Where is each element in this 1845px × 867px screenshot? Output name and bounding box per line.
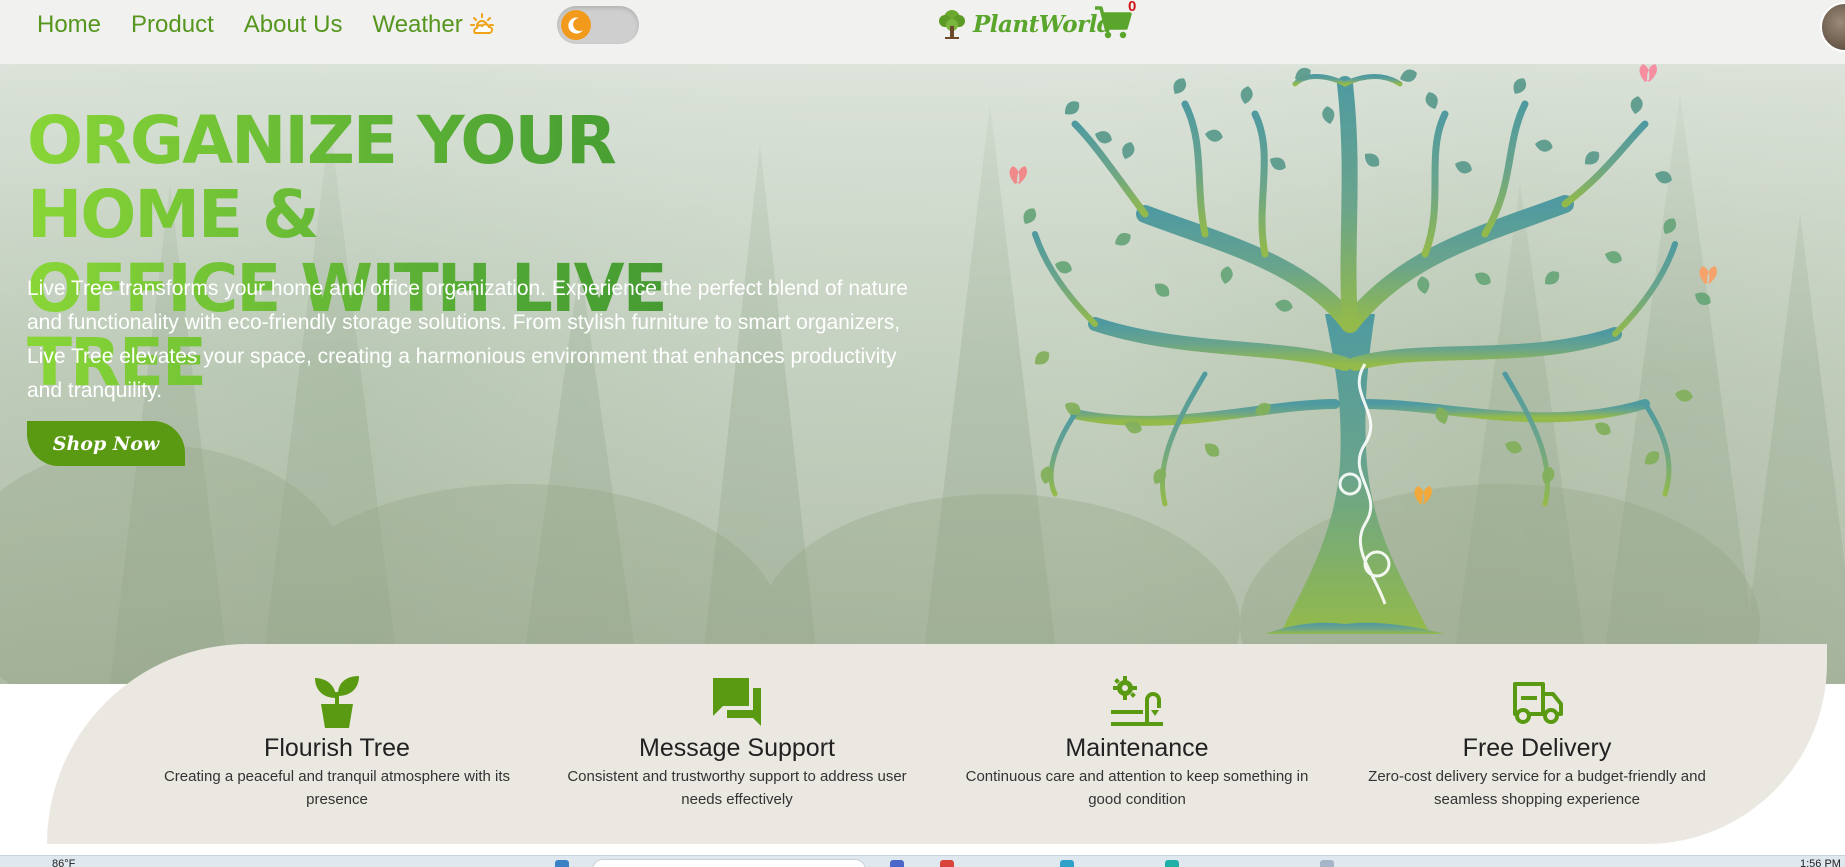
feature-title: Message Support bbox=[639, 734, 835, 762]
taskbar-app-icon[interactable] bbox=[940, 860, 954, 867]
feature-description: Zero-cost delivery service for a budget-… bbox=[1368, 768, 1706, 808]
nav-link-weather[interactable]: Weather bbox=[372, 11, 494, 39]
cart-count-badge: 0 bbox=[1128, 0, 1137, 15]
feature-title: Free Delivery bbox=[1462, 734, 1612, 762]
feature-maintenance: Maintenance Continuous care and attentio… bbox=[957, 674, 1317, 811]
hero-title-line1: ORGANIZE YOUR HOME & bbox=[27, 102, 615, 253]
sprout-icon bbox=[315, 676, 359, 728]
nav-link-home-label: Home bbox=[37, 11, 102, 38]
brand[interactable]: PlantWorld bbox=[937, 4, 1113, 44]
nav-link-weather-label: Weather bbox=[372, 11, 463, 38]
taskbar-weather[interactable]: 86°F bbox=[52, 858, 75, 867]
taskbar-app-icon[interactable] bbox=[890, 860, 904, 867]
feature-flourish-tree: Flourish Tree Creating a peaceful and tr… bbox=[157, 674, 517, 811]
taskbar-app-icon[interactable] bbox=[1060, 860, 1074, 867]
tree-logo-icon bbox=[939, 10, 965, 39]
shopping-cart-icon[interactable] bbox=[1093, 4, 1133, 42]
taskbar-app-icon[interactable] bbox=[1320, 860, 1334, 867]
feature-message-support: Message Support Consistent and trustwort… bbox=[557, 674, 917, 811]
taskbar-clock[interactable]: 1:56 PM bbox=[1800, 858, 1841, 867]
os-taskbar: 86°F 1:56 PM bbox=[0, 855, 1845, 867]
sun-cloud-icon bbox=[469, 13, 494, 34]
feature-title: Maintenance bbox=[1065, 734, 1209, 762]
tree-illustration bbox=[1009, 64, 1717, 634]
delivery-truck-icon bbox=[1513, 682, 1563, 724]
taskbar-search[interactable] bbox=[592, 859, 866, 867]
feature-free-delivery: Free Delivery Zero-cost delivery service… bbox=[1357, 674, 1717, 811]
hero-section: ORGANIZE YOUR HOME & OFFICE WITH LIVE TR… bbox=[0, 64, 1845, 684]
nav-links: Home Product About Us Weather bbox=[37, 0, 525, 50]
hero-description: Live Tree transforms your home and offic… bbox=[27, 277, 908, 402]
feature-title: Flourish Tree bbox=[264, 734, 410, 762]
nav-link-about-us-label: About Us bbox=[243, 11, 343, 38]
nav-link-product-label: Product bbox=[131, 11, 214, 38]
nav-link-about-us[interactable]: About Us bbox=[244, 11, 343, 39]
maintenance-icon bbox=[1111, 676, 1163, 726]
page: Home Product About Us Weather PlantWorld… bbox=[0, 0, 1845, 867]
theme-toggle-knob bbox=[561, 10, 591, 40]
taskbar-app-icon[interactable] bbox=[1165, 860, 1179, 867]
butterfly-icon bbox=[1009, 166, 1027, 184]
brand-name: PlantWorld bbox=[973, 10, 1113, 38]
shop-now-button[interactable]: Shop Now bbox=[27, 421, 185, 466]
nav-link-home[interactable]: Home bbox=[37, 11, 101, 39]
feature-description: Consistent and trustworthy support to ad… bbox=[567, 768, 907, 808]
features-section: Flourish Tree Creating a peaceful and tr… bbox=[47, 644, 1827, 844]
avatar[interactable] bbox=[1820, 2, 1845, 52]
navbar: Home Product About Us Weather PlantWorld… bbox=[0, 0, 1845, 64]
theme-toggle[interactable] bbox=[557, 6, 639, 44]
feature-description: Continuous care and attention to keep so… bbox=[965, 768, 1309, 808]
feature-description: Creating a peaceful and tranquil atmosph… bbox=[163, 768, 511, 808]
taskbar-app-icon[interactable] bbox=[555, 860, 569, 867]
nav-link-product[interactable]: Product bbox=[131, 11, 214, 39]
moon-icon bbox=[568, 17, 583, 34]
chat-icon bbox=[713, 678, 761, 726]
